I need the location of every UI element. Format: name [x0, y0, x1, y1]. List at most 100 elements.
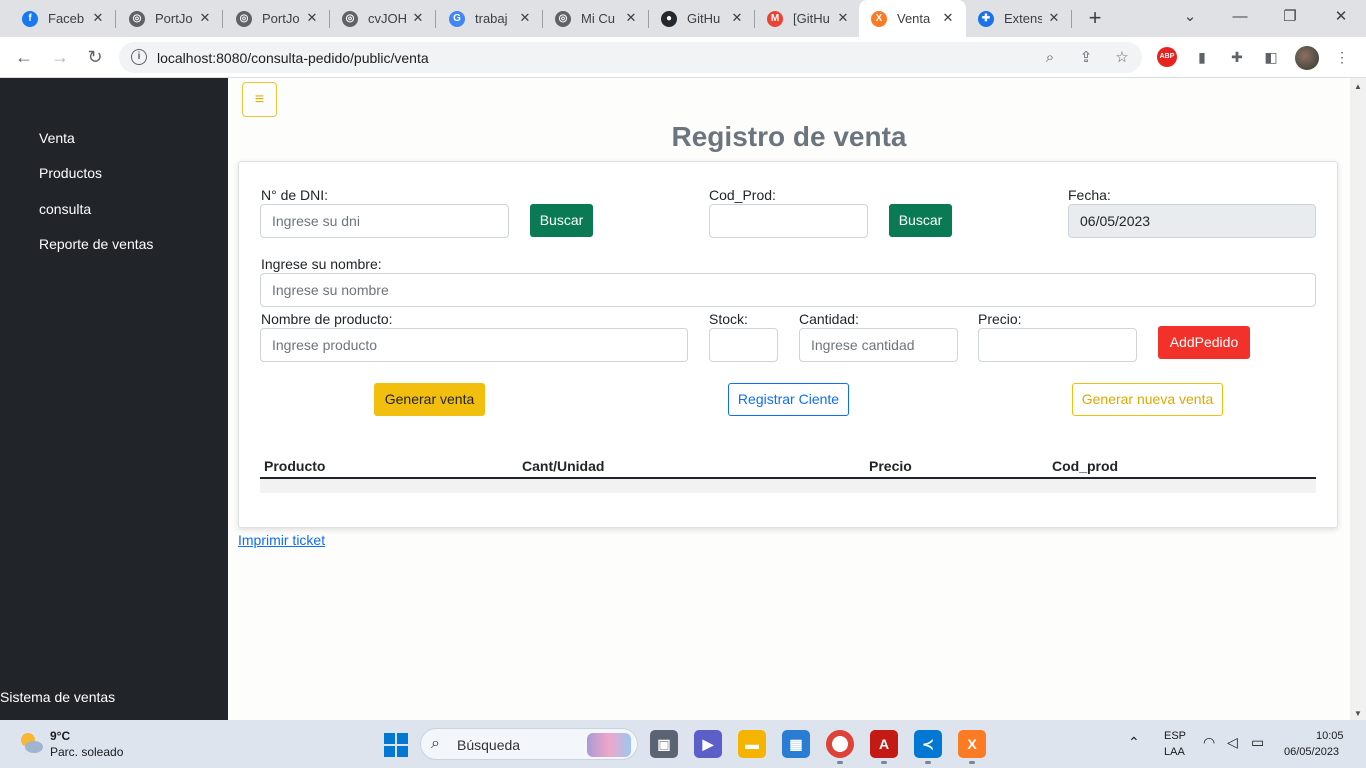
forward-arrow-icon[interactable]: → — [48, 45, 72, 69]
windows-start-icon[interactable] — [384, 733, 408, 757]
registrar-cliente-button[interactable]: Registrar Ciente — [728, 383, 849, 416]
scroll-down-icon[interactable]: ▼ — [1354, 709, 1362, 718]
tab-close-icon[interactable]: ✕ — [1046, 10, 1062, 26]
tab-title: GitHu — [687, 11, 721, 26]
nombre-input[interactable]: Ingrese su nombre — [260, 273, 1316, 307]
tab-close-icon[interactable]: ✕ — [517, 10, 533, 26]
nombre-label: Ingrese su nombre: — [261, 256, 382, 272]
table-header-codprod: Cod_prod — [1052, 458, 1119, 474]
weather-partly-sunny-icon[interactable] — [17, 729, 45, 757]
zoom-icon[interactable]: ⌕ — [1040, 48, 1060, 68]
browser-tab[interactable]: ◎ PortJo ✕ — [117, 0, 223, 37]
producto-input[interactable]: Ingrese producto — [260, 328, 688, 362]
reload-icon[interactable]: ↻ — [83, 45, 107, 69]
tab-title: cvJOH — [368, 11, 406, 26]
url-text[interactable]: localhost:8080/consulta-pedido/public/ve… — [157, 50, 429, 66]
dni-label: N° de DNI: — [261, 187, 329, 203]
vscode-icon[interactable]: ≺ — [914, 730, 942, 758]
adblock-plus-icon[interactable]: ABP — [1157, 47, 1177, 67]
sidebar-item-reporte-ventas[interactable]: Reporte de ventas — [39, 236, 153, 252]
clock-date[interactable]: 06/05/2023 — [1284, 746, 1339, 758]
search-highlight-icon — [587, 733, 631, 757]
browser-tab[interactable]: X Venta ✕ — [859, 0, 966, 37]
back-arrow-icon[interactable]: ← — [12, 45, 36, 69]
tab-favicon-icon: ◎ — [555, 10, 571, 27]
sidebar-footer: Sistema de ventas — [0, 689, 116, 705]
nueva-venta-button[interactable]: Generar nueva venta — [1072, 383, 1223, 416]
site-info-icon[interactable]: i — [131, 49, 147, 65]
page-scrollbar[interactable]: ▲ ▼ — [1350, 78, 1366, 720]
browser-tab[interactable]: ● GitHu ✕ — [649, 0, 755, 37]
tray-overflow-chevron-icon[interactable]: ⌃ — [1128, 734, 1140, 751]
browser-tab[interactable]: Gtrabaj ✕ — [437, 0, 543, 37]
sidebar-item-consulta[interactable]: consulta — [39, 201, 91, 217]
tab-favicon-icon: ● — [661, 10, 677, 27]
tab-close-icon[interactable]: ✕ — [304, 10, 320, 26]
browser-tab[interactable]: ◎ Mi Cu ✕ — [543, 0, 649, 37]
tab-close-icon[interactable]: ✕ — [197, 10, 213, 26]
browser-menu-icon[interactable]: ⋮ — [1332, 47, 1352, 67]
new-tab-plus-icon[interactable]: + — [1083, 7, 1107, 31]
language-top[interactable]: ESP — [1164, 730, 1186, 742]
add-pedido-button[interactable]: AddPedido — [1158, 326, 1250, 359]
profile-avatar[interactable] — [1295, 46, 1319, 70]
search-icon: ⌕ — [431, 735, 440, 752]
browser-tab[interactable]: ◎ PortJo ✕ — [224, 0, 330, 37]
chrome-icon[interactable] — [826, 730, 854, 758]
battery-icon[interactable]: ▭ — [1251, 734, 1264, 751]
volume-icon[interactable]: ◁ — [1227, 734, 1238, 751]
tab-close-icon[interactable]: ✕ — [410, 10, 426, 26]
task-view-icon[interactable]: ▣ — [650, 730, 678, 758]
bookmark-star-icon[interactable]: ☆ — [1112, 48, 1132, 68]
generar-venta-button[interactable]: Generar venta — [374, 383, 485, 416]
tab-close-icon[interactable]: ✕ — [940, 10, 956, 26]
sidebar-item-productos[interactable]: Productos — [39, 165, 102, 181]
tab-favicon-icon: ◎ — [342, 10, 358, 27]
tab-close-icon[interactable]: ✕ — [90, 10, 106, 26]
fecha-input: 06/05/2023 — [1068, 204, 1316, 238]
tab-separator — [222, 10, 223, 28]
scroll-up-icon[interactable]: ▲ — [1354, 82, 1362, 91]
window-close-icon[interactable]: ✕ — [1326, 6, 1356, 30]
puzzle-extensions-icon[interactable]: ✚ — [1227, 47, 1247, 67]
minimize-icon[interactable]: — — [1225, 6, 1255, 30]
microsoft-store-icon[interactable]: ▦ — [782, 730, 810, 758]
precio-input[interactable] — [978, 328, 1137, 362]
dni-input[interactable]: Ingrese su dni — [260, 204, 509, 238]
cantidad-input[interactable]: Ingrese cantidad — [799, 328, 958, 362]
restore-icon[interactable]: ❐ — [1275, 6, 1305, 30]
print-ticket-link[interactable]: Imprimir ticket — [238, 532, 325, 548]
teams-chat-icon[interactable]: ▶ — [694, 730, 722, 758]
search-product-button[interactable]: Buscar — [889, 204, 952, 237]
browser-tab[interactable]: M [GitHu ✕ — [755, 0, 861, 37]
search-dni-button[interactable]: Buscar — [530, 204, 593, 237]
side-panel-icon[interactable]: ◧ — [1261, 47, 1281, 67]
browser-tab[interactable]: ◎ cvJOH ✕ — [330, 0, 436, 37]
tab-close-icon[interactable]: ✕ — [729, 10, 745, 26]
clock-time[interactable]: 10:05 — [1316, 730, 1344, 742]
tab-close-icon[interactable]: ✕ — [835, 10, 851, 26]
producto-label: Nombre de producto: — [261, 311, 393, 327]
language-bottom[interactable]: LAA — [1164, 746, 1185, 758]
codprod-input[interactable] — [709, 204, 868, 238]
chrome-running-indicator — [837, 761, 843, 764]
extension-icon[interactable]: ▮ — [1192, 47, 1212, 67]
menu-toggle-button[interactable]: ≡ — [242, 82, 277, 117]
xampp-icon[interactable]: X — [958, 730, 986, 758]
file-explorer-icon[interactable]: ▬ — [738, 730, 766, 758]
address-bar[interactable]: i localhost:8080/consulta-pedido/public/… — [119, 42, 1142, 73]
share-icon[interactable]: ⇪ — [1076, 48, 1096, 68]
codprod-label: Cod_Prod: — [709, 187, 776, 203]
main-content: ≡ Registro de venta N° de DNI: Ingrese s… — [228, 78, 1350, 720]
taskbar-search[interactable]: ⌕ Búsqueda — [420, 728, 638, 760]
tab-title: trabaj — [475, 11, 508, 26]
tab-search-chevron-icon[interactable]: ⌄ — [1175, 6, 1205, 30]
stock-input[interactable] — [709, 328, 778, 362]
sidebar-item-venta[interactable]: Venta — [39, 130, 75, 146]
tab-title: PortJo — [155, 11, 193, 26]
browser-tab[interactable]: f Faceb ✕ — [10, 0, 116, 37]
tab-close-icon[interactable]: ✕ — [623, 10, 639, 26]
browser-tab[interactable]: ✚ Extens ✕ — [966, 0, 1072, 37]
wifi-icon[interactable]: ◠ — [1203, 734, 1215, 751]
acrobat-icon[interactable]: A — [870, 730, 898, 758]
